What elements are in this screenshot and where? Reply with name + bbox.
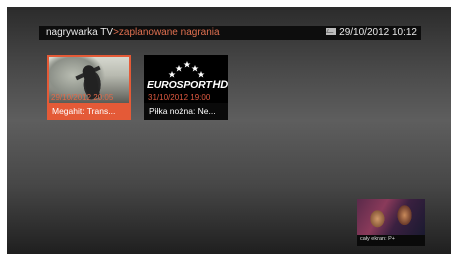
pip-preview[interactable]: cały ekran: P+: [357, 199, 425, 246]
recording-tile-megahit[interactable]: 29/10/2012 20:05 Megahit: Trans...: [47, 55, 131, 120]
breadcrumb: nagrywarka TV>zaplanowane nagrania: [46, 26, 220, 40]
breadcrumb-current: zaplanowane nagrania: [118, 27, 220, 38]
recording-thumbnail: 29/10/2012 20:05: [49, 57, 129, 103]
recording-tile-eurosport[interactable]: EUROSPORTHD 31/10/2012 19:00 Piłka nożna…: [144, 55, 228, 120]
datetime-text: 29/10/2012 10:12: [339, 27, 417, 38]
mail-icon: [326, 28, 337, 35]
clock: 29/10/2012 10:12: [326, 26, 417, 40]
header-bar: nagrywarka TV>zaplanowane nagrania 29/10…: [39, 26, 421, 40]
recording-thumbnail: EUROSPORTHD 31/10/2012 19:00: [144, 55, 228, 103]
pip-label: cały ekran: P+: [360, 236, 396, 242]
recording-title: Piłka nożna: Ne...: [149, 106, 216, 116]
recording-timestamp: 29/10/2012 20:05: [51, 93, 114, 102]
recording-timestamp: 31/10/2012 19:00: [148, 93, 211, 102]
eurosport-logo: EUROSPORTHD: [147, 79, 228, 91]
tv-screen: nagrywarka TV>zaplanowane nagrania 29/10…: [7, 7, 451, 254]
pip-video: [357, 199, 425, 235]
breadcrumb-root[interactable]: nagrywarka TV: [46, 27, 113, 38]
recording-title: Megahit: Trans...: [52, 106, 116, 116]
stars-icon: [168, 61, 205, 78]
